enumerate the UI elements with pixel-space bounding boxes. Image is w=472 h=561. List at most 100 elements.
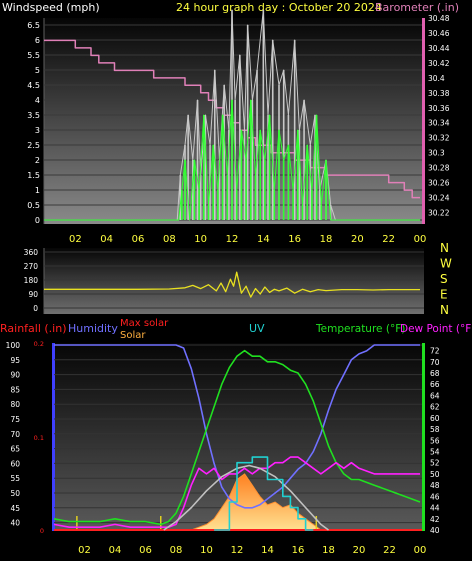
time-tick-label: 10: [194, 234, 207, 245]
temperature-tick-label: 64: [430, 391, 440, 400]
humidity-tick-label: 50: [10, 489, 20, 498]
time-tick-label: 00: [414, 234, 427, 245]
temperature-tick-label: 42: [430, 515, 440, 524]
humidity-tick-label: 65: [10, 445, 20, 454]
temp-axis-bar: [422, 343, 425, 531]
temperature-tick-label: 52: [430, 459, 440, 468]
time-tick-label: 18: [322, 545, 335, 556]
baro-tick-label: 30.42: [428, 59, 450, 68]
time-tick-label: 08: [163, 234, 176, 245]
legend-max-solar: Max solar: [120, 318, 169, 329]
windspeed-title: Windspeed (mph): [2, 1, 100, 14]
baro-tick-label: 30.28: [428, 164, 450, 173]
wind-tick-label: 0.5: [27, 201, 40, 210]
humidity-tick-label: 95: [10, 356, 20, 365]
time-tick-label: 04: [100, 234, 113, 245]
baro-tick-label: 30.44: [428, 44, 450, 53]
wind-tick-label: 4.5: [27, 81, 40, 90]
legend-dew-point: Dew Point (°F): [400, 323, 472, 335]
wind-tick-label: 0: [35, 216, 40, 225]
legend-temperature: Temperature (°F): [315, 323, 405, 335]
temperature-tick-label: 70: [430, 358, 440, 367]
direction-tick-label: 270: [24, 262, 39, 271]
wind-tick-label: 2.5: [27, 141, 40, 150]
time-tick-label: 02: [78, 545, 91, 556]
legend-uv: UV: [249, 322, 265, 335]
baro-tick-label: 30.24: [428, 194, 450, 203]
wind-tick-label: 1: [35, 186, 40, 195]
wind-tick-label: 6: [35, 36, 40, 45]
time-tick-label: 06: [139, 545, 152, 556]
direction-plot-area: [44, 248, 424, 314]
humidity-tick-label: 40: [10, 519, 20, 528]
temperature-tick-label: 68: [430, 369, 440, 378]
compass-letter: N: [440, 303, 449, 317]
direction-tick-label: 180: [24, 276, 39, 285]
legend-humidity: Humidity: [68, 322, 118, 335]
direction-tick-label: 90: [28, 290, 38, 299]
baro-tick-label: 30.46: [428, 29, 450, 38]
time-tick-label: 20: [351, 234, 364, 245]
weather-graph-panel: Windspeed (mph) 24 hour graph day : Octo…: [0, 0, 472, 561]
temperature-tick-label: 56: [430, 436, 440, 445]
direction-tick-label: 0: [33, 304, 38, 313]
legend-solar: Solar: [120, 330, 146, 341]
time-tick-label: 02: [69, 234, 82, 245]
temperature-tick-label: 72: [430, 347, 440, 356]
humidity-tick-label: 75: [10, 415, 20, 424]
humidity-tick-label: 60: [10, 459, 20, 468]
baro-tick-label: 30.38: [428, 89, 450, 98]
temperature-tick-label: 58: [430, 425, 440, 434]
humidity-tick-label: 90: [10, 371, 20, 380]
time-tick-label: 06: [132, 234, 145, 245]
time-tick-label: 18: [320, 234, 333, 245]
temperature-tick-label: 54: [430, 448, 440, 457]
compass-letter: N: [440, 241, 449, 255]
time-tick-label: 12: [231, 545, 244, 556]
legend-rainfall: Rainfall (.in): [0, 322, 67, 335]
temperature-tick-label: 40: [430, 526, 440, 535]
temperature-tick-label: 48: [430, 481, 440, 490]
humidity-tick-label: 100: [6, 341, 21, 350]
humidity-axis-bar: [52, 343, 55, 531]
wind-tick-label: 3.5: [27, 111, 40, 120]
wind-tick-label: 5.5: [27, 51, 40, 60]
baro-tick-label: 30.3: [428, 149, 445, 158]
temperature-tick-label: 50: [430, 470, 440, 479]
baro-axis-bar: [422, 18, 425, 224]
humidity-tick-label: 85: [10, 385, 20, 394]
time-tick-label: 00: [414, 545, 427, 556]
time-tick-label: 14: [261, 545, 274, 556]
chart-title: 24 hour graph day : October 20 2024: [176, 1, 382, 14]
barometer-title: Barometer (.in): [375, 1, 459, 14]
time-tick-label: 04: [109, 545, 122, 556]
compass-letter: S: [440, 272, 448, 286]
time-tick-label: 20: [353, 545, 366, 556]
temperature-tick-label: 62: [430, 403, 440, 412]
humidity-tick-label: 45: [10, 504, 20, 513]
baro-tick-label: 30.36: [428, 104, 450, 113]
baro-tick-label: 30.26: [428, 179, 450, 188]
wind-plot-area: [44, 18, 424, 224]
temperature-tick-label: 66: [430, 380, 440, 389]
humidity-tick-label: 80: [10, 400, 20, 409]
baro-tick-label: 30.22: [428, 209, 450, 218]
wind-tick-label: 1.5: [27, 171, 40, 180]
time-tick-label: 16: [292, 545, 305, 556]
weather-graph: Windspeed (mph) 24 hour graph day : Octo…: [0, 1, 472, 556]
time-tick-label: 12: [226, 234, 239, 245]
time-tick-label: 22: [383, 545, 396, 556]
humidity-tick-label: 70: [10, 430, 20, 439]
time-tick-label: 22: [382, 234, 395, 245]
humidity-tick-label: 55: [10, 474, 20, 483]
compass-labels: NWSEN: [440, 241, 452, 317]
temperature-tick-label: 46: [430, 492, 440, 501]
temperature-tick-label: 44: [430, 504, 440, 513]
baro-tick-label: 30.34: [428, 119, 450, 128]
time-tick-label: 10: [200, 545, 213, 556]
baro-tick-label: 30.48: [428, 14, 450, 23]
wind-tick-label: 2: [35, 156, 40, 165]
wind-tick-label: 6.5: [27, 21, 40, 30]
time-tick-label: 08: [170, 545, 183, 556]
baro-tick-label: 30.32: [428, 134, 450, 143]
